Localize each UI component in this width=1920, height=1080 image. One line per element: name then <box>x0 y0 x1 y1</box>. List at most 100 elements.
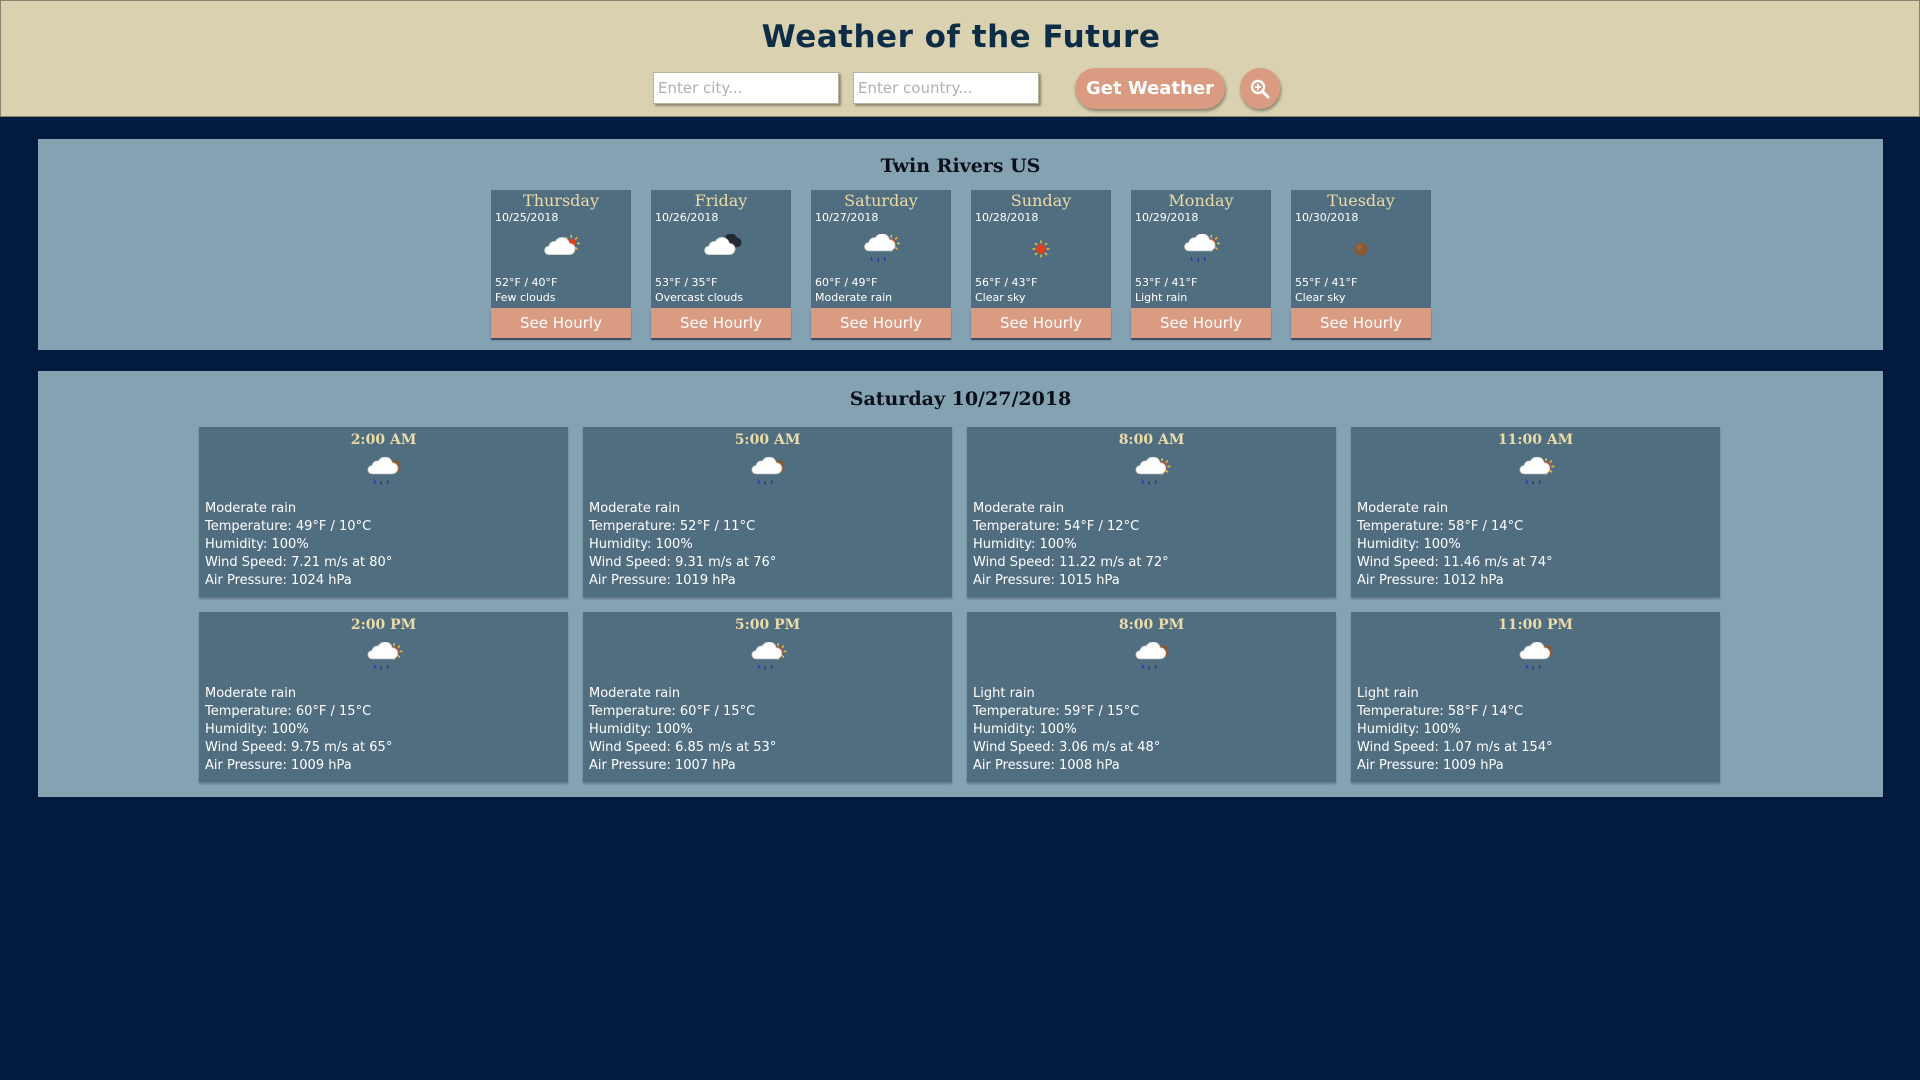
hour-humidity: Humidity: 100% <box>589 722 693 737</box>
day-card: Thursday 10/25/2018 52°F / 40°F Few clou… <box>491 190 631 340</box>
day-name: Sunday <box>1010 191 1072 210</box>
hour-pressure: Air Pressure: 1015 hPa <box>973 573 1120 588</box>
day-name: Friday <box>694 191 748 210</box>
hour-time: 8:00 AM <box>1118 432 1185 448</box>
day-card: Monday 10/29/2018 53°F / 41°F Light rain… <box>1131 190 1271 340</box>
day-date: 10/30/2018 <box>1295 211 1359 224</box>
day-name: Saturday <box>844 191 918 210</box>
city-input[interactable] <box>653 72 839 104</box>
hour-card: 8:00 PM Light rain Temperature: 59°F / 1… <box>967 612 1336 782</box>
hour-time: 2:00 AM <box>350 432 417 448</box>
rain-day-icon <box>864 234 900 263</box>
day-description: Light rain <box>1135 291 1188 304</box>
see-hourly-button[interactable]: See Hourly <box>971 308 1111 338</box>
hour-pressure: Air Pressure: 1007 hPa <box>589 758 736 773</box>
hour-wind: Wind Speed: 6.85 m/s at 53° <box>589 740 777 755</box>
hour-wind: Wind Speed: 9.31 m/s at 76° <box>589 555 777 570</box>
hour-temperature: Temperature: 58°F / 14°C <box>1357 704 1524 719</box>
hour-humidity: Humidity: 100% <box>1357 537 1461 552</box>
day-temperature: 60°F / 49°F <box>815 276 878 289</box>
hour-description: Light rain <box>973 686 1035 701</box>
hour-humidity: Humidity: 100% <box>205 722 309 737</box>
hour-card: 11:00 AM Moderate rain Temperature: 58°F… <box>1351 427 1720 597</box>
rain-night-icon <box>367 457 401 485</box>
hour-description: Moderate rain <box>589 501 681 516</box>
see-hourly-button[interactable]: See Hourly <box>811 308 951 338</box>
hour-temperature: Temperature: 54°F / 12°C <box>973 519 1140 534</box>
day-temperature: 53°F / 41°F <box>1135 276 1198 289</box>
zoom-button[interactable] <box>1240 68 1280 109</box>
hour-details: Moderate rain Temperature: 54°F / 12°C H… <box>973 500 1169 590</box>
hour-pressure: Air Pressure: 1012 hPa <box>1357 573 1504 588</box>
rain-night-icon <box>1519 642 1553 670</box>
see-hourly-button[interactable]: See Hourly <box>1291 308 1431 338</box>
country-input[interactable] <box>853 72 1039 104</box>
hour-card: 5:00 PM Moderate rain Temperature: 60°F … <box>583 612 952 782</box>
hour-wind: Wind Speed: 11.22 m/s at 72° <box>973 555 1169 570</box>
see-hourly-button[interactable]: See Hourly <box>491 308 631 338</box>
hour-pressure: Air Pressure: 1009 hPa <box>205 758 352 773</box>
see-hourly-button[interactable]: See Hourly <box>651 308 791 338</box>
hour-time: 11:00 AM <box>1497 432 1574 448</box>
rain-day-icon <box>1135 457 1171 485</box>
hour-pressure: Air Pressure: 1008 hPa <box>973 758 1120 773</box>
hour-card: 5:00 AM Moderate rain Temperature: 52°F … <box>583 427 952 597</box>
hour-details: Moderate rain Temperature: 60°F / 15°C H… <box>589 685 776 775</box>
location-heading: Twin Rivers US <box>880 155 1041 177</box>
hour-time: 11:00 PM <box>1497 617 1574 633</box>
day-date: 10/25/2018 <box>495 211 559 224</box>
hour-description: Light rain <box>1357 686 1419 701</box>
hour-temperature: Temperature: 60°F / 15°C <box>205 704 372 719</box>
rain-night-icon <box>1135 642 1169 670</box>
hour-humidity: Humidity: 100% <box>973 537 1077 552</box>
hour-humidity: Humidity: 100% <box>589 537 693 552</box>
day-description: Clear sky <box>1295 291 1346 304</box>
hour-details: Moderate rain Temperature: 52°F / 11°C H… <box>589 500 776 590</box>
day-temperature: 56°F / 43°F <box>975 276 1038 289</box>
day-description: Moderate rain <box>815 291 893 304</box>
day-name: Tuesday <box>1327 191 1395 210</box>
hour-wind: Wind Speed: 11.46 m/s at 74° <box>1357 555 1553 570</box>
hour-temperature: Temperature: 58°F / 14°C <box>1357 519 1524 534</box>
day-card: Sunday 10/28/2018 56°F / 43°F Clear sky … <box>971 190 1111 340</box>
hour-time: 8:00 PM <box>1118 617 1185 633</box>
hour-card: 2:00 PM Moderate rain Temperature: 60°F … <box>199 612 568 782</box>
hour-details: Moderate rain Temperature: 58°F / 14°C H… <box>1357 500 1553 590</box>
hour-temperature: Temperature: 60°F / 15°C <box>589 704 756 719</box>
hour-card: 11:00 PM Light rain Temperature: 58°F / … <box>1351 612 1720 782</box>
daily-forecast-panel: Twin Rivers US Thursday 10/25/2018 52°F … <box>38 139 1883 350</box>
moon-icon <box>1354 242 1368 256</box>
day-description: Overcast clouds <box>655 291 744 304</box>
app-title: Weather of the Future <box>761 19 1161 55</box>
header-bar: Weather of the Future Get Weather <box>0 0 1920 117</box>
rain-day-icon <box>1184 234 1220 263</box>
get-weather-button[interactable]: Get Weather <box>1075 68 1225 109</box>
hour-humidity: Humidity: 100% <box>973 722 1077 737</box>
rain-day-icon <box>751 642 787 670</box>
see-hourly-button[interactable]: See Hourly <box>1131 308 1271 338</box>
hour-time: 5:00 AM <box>734 432 801 448</box>
day-date: 10/29/2018 <box>1135 211 1199 224</box>
day-name: Thursday <box>523 191 599 210</box>
hour-description: Moderate rain <box>205 686 297 701</box>
hour-description: Moderate rain <box>205 501 297 516</box>
hour-pressure: Air Pressure: 1009 hPa <box>1357 758 1504 773</box>
day-card: Friday 10/26/2018 53°F / 35°F Overcast c… <box>651 190 791 340</box>
hour-card: 8:00 AM Moderate rain Temperature: 54°F … <box>967 427 1336 597</box>
hour-temperature: Temperature: 59°F / 15°C <box>973 704 1140 719</box>
rain-day-icon <box>367 642 403 670</box>
hour-temperature: Temperature: 49°F / 10°C <box>205 519 372 534</box>
hour-details: Moderate rain Temperature: 60°F / 15°C H… <box>205 685 392 775</box>
day-description: Clear sky <box>975 291 1026 304</box>
hour-wind: Wind Speed: 7.21 m/s at 80° <box>205 555 393 570</box>
hour-time: 2:00 PM <box>350 617 417 633</box>
hourly-heading: Saturday 10/27/2018 <box>849 388 1072 410</box>
zoom-icon <box>1250 79 1270 98</box>
hour-humidity: Humidity: 100% <box>1357 722 1461 737</box>
day-temperature: 55°F / 41°F <box>1295 276 1358 289</box>
hour-description: Moderate rain <box>1357 501 1449 516</box>
hour-wind: Wind Speed: 3.06 m/s at 48° <box>973 740 1161 755</box>
hour-details: Moderate rain Temperature: 49°F / 10°C H… <box>205 500 392 590</box>
day-card: Saturday 10/27/2018 60°F / 49°F Moderate… <box>811 190 951 340</box>
hour-description: Moderate rain <box>973 501 1065 516</box>
